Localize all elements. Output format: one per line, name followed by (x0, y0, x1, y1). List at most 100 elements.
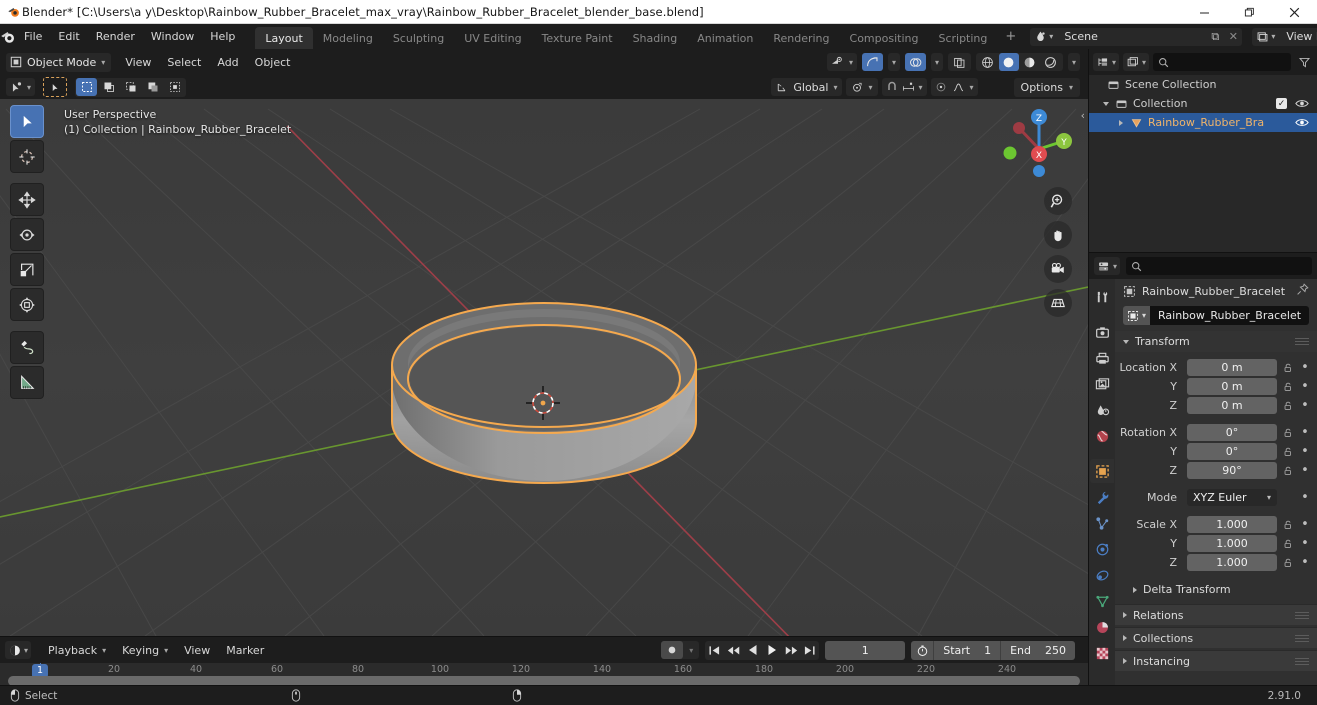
timeline-editor[interactable]: ▾ Playback ▾ Keying ▾ View Marker ▾ 1 St… (0, 637, 1088, 685)
gizmo-options-dropdown[interactable]: ▾ (887, 53, 900, 71)
scale-y-value[interactable]: 1.000 (1187, 534, 1277, 552)
shading-material-button[interactable] (1020, 53, 1040, 71)
view-layer-name-field[interactable]: View Layer (1278, 27, 1317, 46)
timeline-menu-keying[interactable]: Keying ▾ (115, 641, 175, 660)
jump-end-icon[interactable] (800, 641, 819, 660)
select-extend-button[interactable] (98, 78, 119, 96)
viewport-menu-select[interactable]: Select (159, 53, 209, 72)
scene-name-field[interactable]: Scene (1056, 27, 1207, 46)
properties-tab-material[interactable] (1090, 615, 1114, 639)
workspace-tab-texture-paint[interactable]: Texture Paint (532, 27, 623, 51)
lock-icon[interactable] (1281, 427, 1295, 438)
lock-icon[interactable] (1281, 557, 1295, 568)
relations-panel-header[interactable]: Relations (1115, 604, 1317, 625)
workspace-tab-rendering[interactable]: Rendering (763, 27, 839, 51)
zoom-icon[interactable] (1044, 187, 1072, 215)
shading-rendered-button[interactable] (1041, 53, 1061, 71)
rotation-y-value[interactable]: 0° (1187, 442, 1277, 460)
instancing-expand-icon[interactable] (1123, 658, 1127, 664)
workspace-tab-uv-editing[interactable]: UV Editing (454, 27, 531, 51)
workspace-tab-modeling[interactable]: Modeling (313, 27, 383, 51)
viewport-options-dropdown[interactable]: Options ▾ (1013, 77, 1080, 97)
outliner-row-collection[interactable]: Collection ✓ (1089, 94, 1317, 113)
properties-tab-constraints[interactable] (1090, 563, 1114, 587)
timeline-editor-type-dropdown[interactable]: ▾ (5, 641, 32, 659)
menu-file[interactable]: File (16, 27, 50, 46)
scale-tool-button[interactable] (10, 253, 44, 286)
sidebar-collapse-icon[interactable]: ‹ (1081, 109, 1085, 122)
menu-render[interactable]: Render (88, 27, 143, 46)
properties-tab-particles[interactable] (1090, 511, 1114, 535)
properties-tab-scene[interactable] (1090, 398, 1114, 422)
outliner-filter-dropdown[interactable]: ▾ (1123, 53, 1150, 71)
overlays-toggle[interactable] (904, 53, 926, 71)
relations-expand-icon[interactable] (1123, 612, 1127, 618)
visibility-dropdown[interactable]: ▾ (826, 53, 857, 71)
viewport-menu-view[interactable]: View (117, 53, 159, 72)
maximize-button[interactable] (1227, 0, 1272, 24)
unlink-scene-button[interactable]: ✕ (1224, 27, 1243, 46)
pin-icon[interactable] (1296, 283, 1309, 299)
animate-property-dot[interactable]: • (1299, 491, 1311, 504)
transform-orientation-dropdown[interactable]: Global ▾ (771, 78, 843, 96)
gizmo-toggle[interactable] (861, 53, 883, 71)
animate-property-dot[interactable]: • (1299, 361, 1311, 374)
location-x-value[interactable]: 0 m (1187, 358, 1277, 376)
rotation-z-value[interactable]: 90° (1187, 461, 1277, 479)
animate-property-dot[interactable]: • (1299, 537, 1311, 550)
properties-tab-view-layer[interactable] (1090, 372, 1114, 396)
minimize-button[interactable] (1182, 0, 1227, 24)
collections-panel-header[interactable]: Collections (1115, 627, 1317, 648)
close-button[interactable] (1272, 0, 1317, 24)
animate-property-dot[interactable]: • (1299, 518, 1311, 531)
properties-tab-world[interactable] (1090, 424, 1114, 448)
lock-icon[interactable] (1281, 538, 1295, 549)
timeline-menu-view[interactable]: View (177, 641, 217, 660)
current-frame-field[interactable]: 1 (825, 640, 906, 660)
add-workspace-button[interactable]: + (997, 29, 1024, 44)
collections-expand-icon[interactable] (1123, 635, 1127, 641)
grid-ortho-icon[interactable] (1044, 289, 1072, 317)
scale-x-value[interactable]: 1.000 (1187, 515, 1277, 533)
select-subtract-button[interactable] (120, 78, 141, 96)
properties-tab-physics[interactable] (1090, 537, 1114, 561)
properties-search-input[interactable] (1126, 257, 1312, 275)
measure-tool-button[interactable] (10, 366, 44, 399)
properties-tab-render[interactable] (1090, 320, 1114, 344)
select-invert-button[interactable] (142, 78, 163, 96)
workspace-tab-compositing[interactable]: Compositing (840, 27, 929, 51)
workspace-tab-layout[interactable]: Layout (255, 26, 313, 51)
eye-icon[interactable] (1295, 117, 1309, 128)
interaction-mode-selector[interactable]: Object Mode ▾ (6, 52, 112, 72)
annotate-tool-button[interactable] (10, 331, 44, 364)
prev-keyframe-icon[interactable] (724, 641, 743, 660)
properties-tab-object[interactable] (1090, 459, 1114, 483)
jump-start-icon[interactable] (705, 641, 724, 660)
animate-property-dot[interactable]: • (1299, 464, 1311, 477)
workspace-tab-animation[interactable]: Animation (687, 27, 763, 51)
timeline-menu-marker[interactable]: Marker (219, 641, 271, 660)
workspace-tab-sculpting[interactable]: Sculpting (383, 27, 454, 51)
rotation-mode-dropdown[interactable]: XYZ Euler ▾ (1187, 488, 1277, 506)
timeline-menu-playback[interactable]: Playback ▾ (41, 641, 113, 660)
scale-z-value[interactable]: 1.000 (1187, 553, 1277, 571)
overlays-dropdown[interactable]: ▾ (930, 53, 943, 71)
shading-solid-button[interactable] (998, 53, 1019, 71)
tweak-tool-button[interactable] (10, 105, 44, 138)
editor-split-horizontal-bottom[interactable] (0, 636, 1088, 637)
shading-wireframe-button[interactable] (978, 53, 998, 71)
rotation-x-value[interactable]: 0° (1187, 423, 1277, 441)
use-preview-range-icon[interactable] (911, 644, 933, 657)
object-id-type-dropdown[interactable]: ▾ (1123, 306, 1151, 325)
transform-panel-header[interactable]: Transform (1115, 331, 1317, 352)
properties-tab-data[interactable] (1090, 589, 1114, 613)
location-y-value[interactable]: 0 m (1187, 377, 1277, 395)
editor-split-vertical[interactable] (1088, 49, 1089, 685)
auto-keying-dropdown[interactable]: ▾ (683, 641, 699, 659)
lock-icon[interactable] (1281, 446, 1295, 457)
outliner-search-input[interactable] (1153, 53, 1291, 71)
camera-icon[interactable] (1044, 255, 1072, 283)
animate-property-dot[interactable]: • (1299, 445, 1311, 458)
xray-toggle[interactable] (947, 53, 971, 71)
active-tool-icon-group[interactable]: ▾ (6, 78, 36, 96)
